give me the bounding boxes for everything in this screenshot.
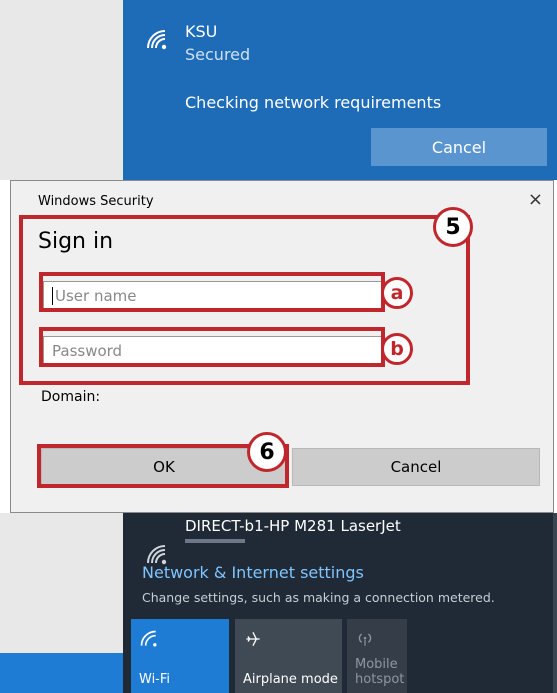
airplane-icon	[246, 632, 260, 646]
hotspot-icon	[358, 633, 372, 646]
flyout-scrollbar[interactable]	[553, 513, 557, 693]
taskbar-accent	[0, 653, 123, 693]
network-settings-link[interactable]: Network & Internet settings	[142, 563, 364, 582]
airplane-tile-label: Airplane mode	[243, 672, 338, 687]
airplane-mode-quick-action[interactable]: Airplane mode	[235, 619, 342, 693]
annotation-box-username	[39, 272, 385, 312]
network-flyout-bottom: DIRECT-b1-HP M281 LaserJet Network & Int…	[123, 513, 557, 693]
close-icon[interactable]: ×	[528, 189, 543, 210]
hotspot-tile-label: Mobile hotspot	[355, 657, 404, 687]
domain-label: Domain:	[41, 389, 101, 405]
annotation-step-5: 5	[433, 207, 473, 247]
hotspot-label-line-1: Mobile	[355, 657, 398, 672]
annotation-box-password	[39, 327, 385, 367]
network-item-name[interactable]: DIRECT-b1-HP M281 LaserJet	[185, 517, 401, 535]
desktop-background	[0, 0, 123, 180]
wifi-tile-label: Wi-Fi	[139, 672, 171, 687]
network-cancel-button[interactable]: Cancel	[371, 128, 547, 166]
network-flyout-top: KSU Secured Checking network requirement…	[123, 0, 557, 180]
wifi-icon	[147, 30, 167, 50]
network-message: Checking network requirements	[185, 93, 442, 112]
wifi-quick-action[interactable]: Wi-Fi	[131, 619, 229, 693]
screenshot-frame: KSU Secured Checking network requirement…	[0, 0, 557, 693]
dialog-title: Windows Security	[38, 194, 154, 209]
desktop-background-bottom	[0, 513, 123, 653]
network-ssid: KSU	[185, 22, 218, 41]
network-settings-description: Change settings, such as making a connec…	[142, 590, 495, 605]
annotation-label-a: a	[381, 277, 413, 309]
wifi-icon	[140, 630, 157, 647]
annotation-step-6: 6	[247, 432, 287, 472]
hotspot-label-line-2: hotspot	[355, 672, 405, 687]
mobile-hotspot-quick-action[interactable]: Mobile hotspot	[347, 619, 407, 693]
network-item-status-clipped	[185, 539, 245, 543]
network-status: Secured	[185, 45, 251, 64]
cancel-button[interactable]: Cancel	[292, 448, 540, 486]
annotation-label-b: b	[381, 333, 413, 365]
